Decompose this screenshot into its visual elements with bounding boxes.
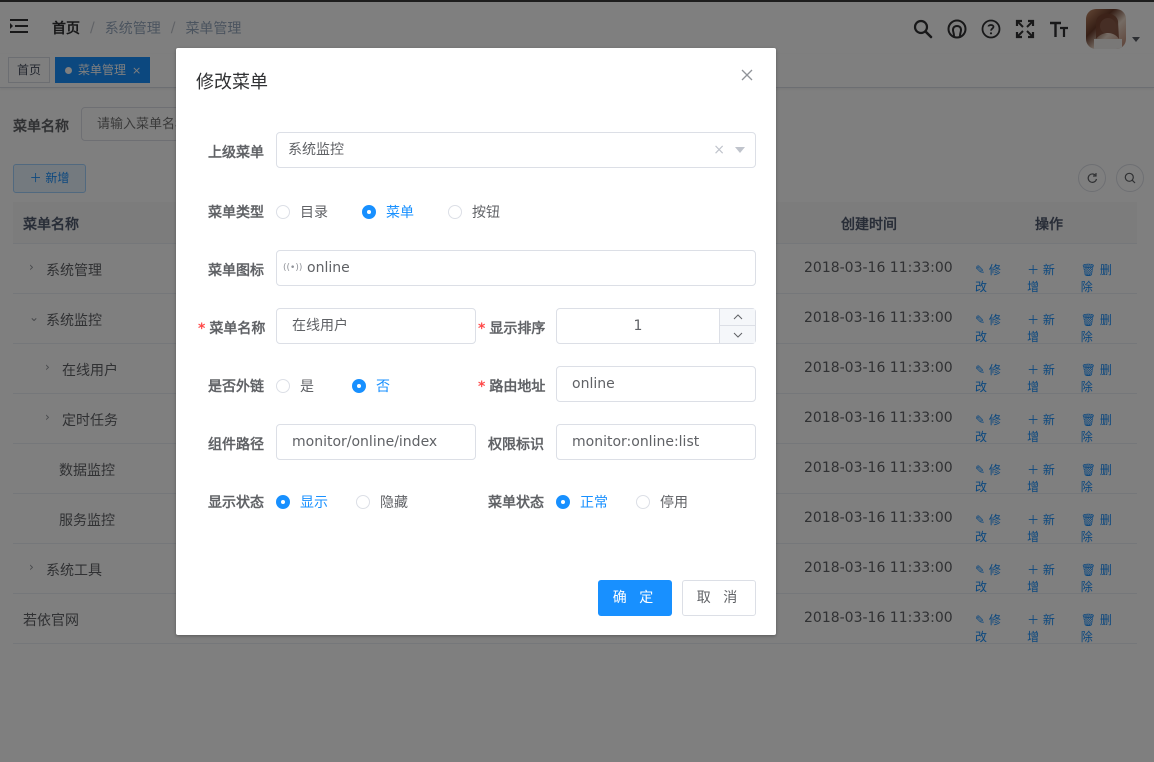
radio-dot xyxy=(276,379,290,393)
caret-down-icon xyxy=(735,147,745,153)
menu-type-radio-group: 目录 菜单 按钮 xyxy=(276,202,530,222)
dialog-title: 修改菜单 xyxy=(196,72,268,93)
edit-menu-dialog: 修改菜单 上级菜单 系统监控 × 菜单类型 目录 菜单 按钮 菜单图标 ((•)… xyxy=(176,48,776,635)
decrease-button[interactable] xyxy=(719,326,755,343)
radio-dot xyxy=(276,205,290,219)
radio-normal[interactable]: 正常 xyxy=(556,492,608,512)
external-link-radio-group: 是 否 xyxy=(276,376,420,396)
radio-directory[interactable]: 目录 xyxy=(276,202,328,222)
order-label-text: 显示排序 xyxy=(489,321,546,337)
menu-icon-label: 菜单图标 xyxy=(208,263,264,279)
permission-input[interactable]: monitor:online:list xyxy=(556,424,756,460)
chevron-up-icon xyxy=(733,314,742,320)
menu-status-label: 菜单状态 xyxy=(488,495,544,511)
clear-icon[interactable]: × xyxy=(713,133,725,167)
radio-label: 正常 xyxy=(580,495,608,511)
radio-label: 是 xyxy=(300,379,314,395)
radio-no[interactable]: 否 xyxy=(352,376,390,396)
menu-name-label: * 菜单名称 xyxy=(198,318,265,338)
visible-radio-group: 显示 隐藏 xyxy=(276,492,438,512)
visible-label: 显示状态 xyxy=(208,495,264,511)
component-value: monitor/online/index xyxy=(292,434,438,450)
radio-hide[interactable]: 隐藏 xyxy=(356,492,408,512)
parent-menu-select[interactable]: 系统监控 × xyxy=(276,132,756,168)
confirm-button[interactable]: 确 定 xyxy=(598,580,672,616)
radio-dot xyxy=(352,379,366,393)
radio-yes[interactable]: 是 xyxy=(276,376,314,396)
menu-icon-input[interactable]: ((•)) online xyxy=(276,250,756,286)
cancel-button[interactable]: 取 消 xyxy=(682,580,756,616)
radio-label: 停用 xyxy=(660,495,688,511)
online-icon: ((•)) xyxy=(283,263,303,273)
menu-status-radio-group: 正常 停用 xyxy=(556,492,718,512)
close-icon[interactable] xyxy=(740,68,756,84)
radio-dot xyxy=(556,495,570,509)
radio-label: 目录 xyxy=(300,205,328,221)
route-value: online xyxy=(572,376,615,392)
menu-icon-value: online xyxy=(307,260,350,276)
radio-menu[interactable]: 菜单 xyxy=(362,202,414,222)
order-stepper[interactable]: 1 xyxy=(556,308,756,344)
external-link-label: 是否外链 xyxy=(208,379,264,395)
required-marker: * xyxy=(478,321,486,337)
route-label-text: 路由地址 xyxy=(489,379,546,395)
menu-name-label-text: 菜单名称 xyxy=(209,321,266,337)
parent-menu-value: 系统监控 xyxy=(288,142,344,158)
radio-label: 否 xyxy=(376,379,390,395)
required-marker: * xyxy=(198,321,206,337)
order-value: 1 xyxy=(633,318,643,334)
order-label: * 显示排序 xyxy=(478,318,545,338)
radio-dot xyxy=(636,495,650,509)
component-input[interactable]: monitor/online/index xyxy=(276,424,476,460)
permission-label: 权限标识 xyxy=(488,437,544,453)
permission-value: monitor:online:list xyxy=(572,434,700,450)
radio-button[interactable]: 按钮 xyxy=(448,202,500,222)
radio-label: 显示 xyxy=(300,495,328,511)
menu-name-input[interactable]: 在线用户 xyxy=(276,308,476,344)
required-marker: * xyxy=(478,379,486,395)
chevron-down-icon xyxy=(733,332,742,338)
menu-name-value: 在线用户 xyxy=(292,318,348,334)
parent-menu-label: 上级菜单 xyxy=(208,145,264,161)
increase-button[interactable] xyxy=(719,309,755,326)
radio-dot xyxy=(356,495,370,509)
radio-label: 隐藏 xyxy=(380,495,408,511)
route-input[interactable]: online xyxy=(556,366,756,402)
radio-label: 按钮 xyxy=(472,205,500,221)
radio-dot xyxy=(276,495,290,509)
radio-disabled[interactable]: 停用 xyxy=(636,492,688,512)
radio-dot xyxy=(448,205,462,219)
menu-type-label: 菜单类型 xyxy=(208,205,264,221)
component-label: 组件路径 xyxy=(208,437,264,453)
radio-dot xyxy=(362,205,376,219)
radio-show[interactable]: 显示 xyxy=(276,492,328,512)
radio-label: 菜单 xyxy=(386,205,414,221)
route-label: * 路由地址 xyxy=(478,376,545,396)
